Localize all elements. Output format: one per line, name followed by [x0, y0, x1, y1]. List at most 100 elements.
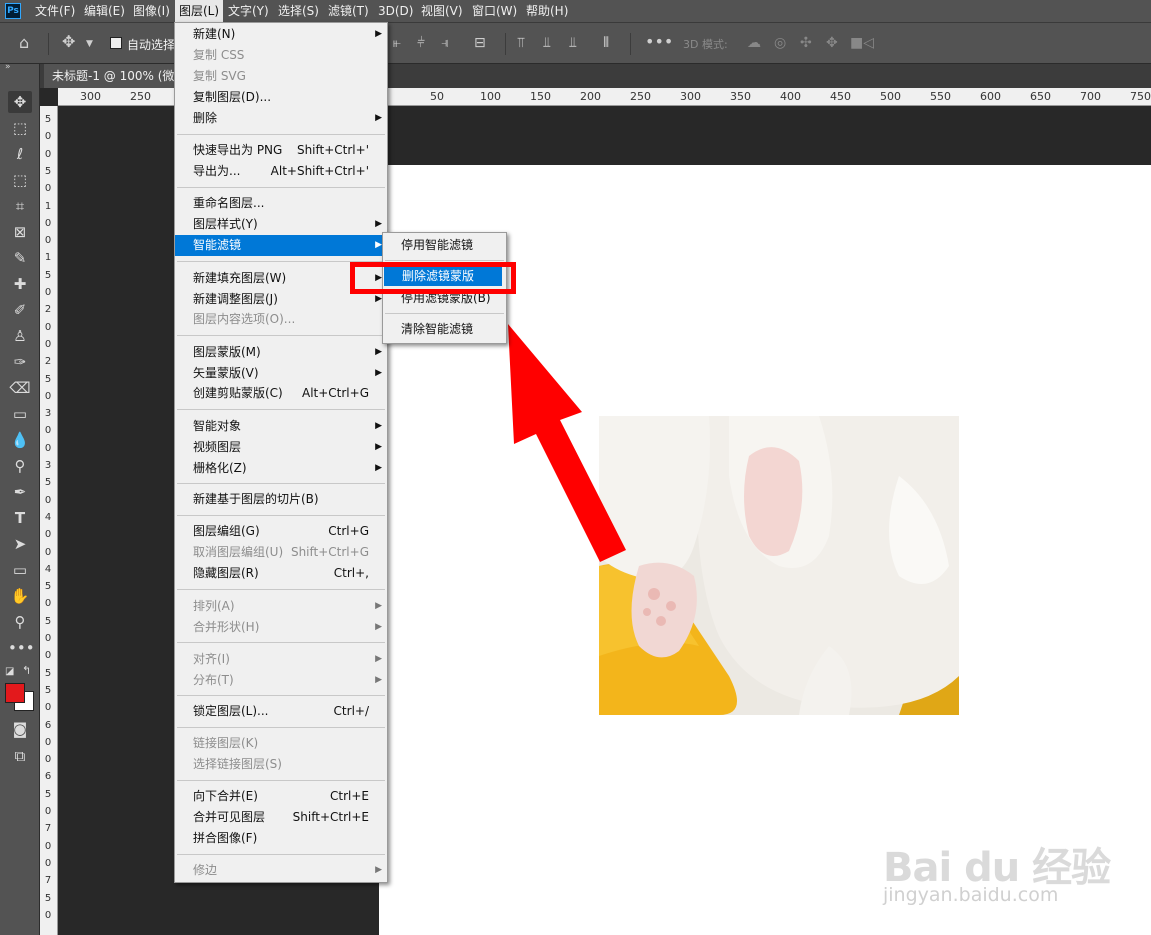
- menu-item-video-layer[interactable]: 视频图层 ▶: [175, 437, 387, 458]
- vertical-ruler: 5 0 0 5 0 1 0 0 1 5 0 2 0 0 2 5 0 3 0 0 3 5 0 4 0 0 4 5 0 5 0 0 5 5 0 6 0 0 6 5…: [40, 106, 58, 935]
- menu-item-delete[interactable]: 删除 ▶: [175, 108, 387, 129]
- menu-item-export-as[interactable]: 导出为... Alt+Shift+Ctrl+': [175, 161, 387, 182]
- swap-colors-icon[interactable]: ↰: [22, 664, 31, 677]
- menu-file[interactable]: 文件(F): [35, 0, 75, 22]
- align-left-icon[interactable]: ⫦: [393, 35, 401, 51]
- menu-edit[interactable]: 编辑(E): [84, 0, 125, 22]
- frame-tool-icon[interactable]: ⊠: [8, 221, 32, 243]
- ruler-label: 5: [44, 615, 52, 627]
- hamster-photo-layer[interactable]: [599, 416, 959, 715]
- submenu-arrow-icon: ▶: [375, 368, 382, 378]
- align-right-icon[interactable]: ⫣: [441, 35, 449, 51]
- menu-item-flatten-image[interactable]: 拼合图像(F): [175, 828, 387, 849]
- 3d-slide-icon[interactable]: ✥: [826, 35, 838, 51]
- hamster-photo-image: [599, 416, 959, 715]
- default-colors-icon[interactable]: ◪: [5, 666, 14, 677]
- eyedropper-tool-icon[interactable]: ✎: [8, 247, 32, 269]
- foreground-color-swatch[interactable]: [5, 683, 25, 703]
- menu-item-hide-layers[interactable]: 隐藏图层(R) Ctrl+,: [175, 563, 387, 584]
- blur-tool-icon[interactable]: 💧: [8, 429, 32, 451]
- menu-item-merge-down[interactable]: 向下合并(E) Ctrl+E: [175, 786, 387, 807]
- menu-filter[interactable]: 滤镜(T): [328, 0, 369, 22]
- align-top-icon[interactable]: ⫪: [517, 35, 525, 51]
- menu-item-rasterize[interactable]: 栅格化(Z) ▶: [175, 458, 387, 479]
- submenu-item-disable-smart-filters[interactable]: 停用智能滤镜: [383, 235, 506, 256]
- menu-separator: [177, 854, 385, 855]
- 3d-orbit-icon[interactable]: ☁: [747, 35, 761, 51]
- stamp-tool-icon[interactable]: ♙: [8, 325, 32, 347]
- pen-tool-icon[interactable]: ✒: [8, 481, 32, 503]
- menu-item-quick-export-png[interactable]: 快速导出为 PNG Shift+Ctrl+': [175, 140, 387, 161]
- dodge-tool-icon[interactable]: ⚲: [8, 455, 32, 477]
- menu-separator: [385, 260, 504, 261]
- menu-item-duplicate-layer[interactable]: 复制图层(D)...: [175, 87, 387, 108]
- menu-item-create-clipping-mask[interactable]: 创建剪贴蒙版(C) Alt+Ctrl+G: [175, 383, 387, 404]
- quick-mask-icon[interactable]: ◙: [8, 718, 32, 740]
- eraser-tool-icon[interactable]: ⌫: [8, 377, 32, 399]
- 3d-mode-label: 3D 模式:: [683, 38, 728, 51]
- 3d-pan-icon[interactable]: ✣: [800, 35, 812, 51]
- home-icon[interactable]: ⌂: [19, 35, 29, 51]
- gradient-tool-icon[interactable]: ▭: [8, 403, 32, 425]
- marquee-tool-icon[interactable]: ⬚: [8, 117, 32, 139]
- menu-3d[interactable]: 3D(D): [378, 0, 413, 22]
- submenu-arrow-icon: ▶: [375, 347, 382, 357]
- menu-item-vector-mask[interactable]: 矢量蒙版(V) ▶: [175, 363, 387, 384]
- align-middle-icon[interactable]: ⫫: [543, 35, 551, 51]
- menu-item-rename-layer[interactable]: 重命名图层...: [175, 193, 387, 214]
- menu-view[interactable]: 视图(V): [421, 0, 463, 22]
- lasso-tool-icon[interactable]: ℓ: [8, 143, 32, 165]
- hand-tool-icon[interactable]: ✋: [8, 585, 32, 607]
- auto-select-checkbox[interactable]: [110, 37, 122, 49]
- menu-item-smart-filter[interactable]: 智能滤镜 ▶: [175, 235, 387, 256]
- menu-separator: [177, 483, 385, 484]
- submenu-item-clear-smart-filters[interactable]: 清除智能滤镜: [383, 319, 506, 340]
- menu-help[interactable]: 帮助(H): [526, 0, 568, 22]
- menu-item-merge-visible[interactable]: 合并可见图层 Shift+Ctrl+E: [175, 807, 387, 828]
- menu-image[interactable]: 图像(I): [133, 0, 170, 22]
- edit-toolbar-icon[interactable]: •••: [8, 637, 35, 659]
- menu-window[interactable]: 窗口(W): [472, 0, 517, 22]
- more-options-icon[interactable]: •••: [645, 34, 673, 50]
- brush-tool-icon[interactable]: ✐: [8, 299, 32, 321]
- document-tab[interactable]: 未标题-1 @ 100% (微信: [44, 64, 195, 88]
- menu-item-smart-object[interactable]: 智能对象 ▶: [175, 416, 387, 437]
- align-bottom-icon[interactable]: ⫫: [569, 35, 577, 51]
- align-center-icon[interactable]: ⫩: [417, 35, 425, 51]
- menu-layer[interactable]: 图层(L): [175, 0, 224, 22]
- menu-item-group-layers[interactable]: 图层编组(G) Ctrl+G: [175, 521, 387, 542]
- menu-item-label: 分布(T): [193, 673, 234, 687]
- menu-item-layer-mask[interactable]: 图层蒙版(M) ▶: [175, 342, 387, 363]
- ruler-label: 3: [44, 408, 52, 420]
- move-tool-icon[interactable]: ✥: [8, 91, 32, 113]
- history-brush-tool-icon[interactable]: ✑: [8, 351, 32, 373]
- move-tool-icon[interactable]: ✥: [62, 34, 75, 50]
- screen-mode-icon[interactable]: ⧉: [8, 745, 32, 767]
- menu-item-new[interactable]: 新建(N) ▶: [175, 24, 387, 45]
- chevron-down-icon[interactable]: ▼: [86, 36, 93, 52]
- healing-brush-tool-icon[interactable]: ✚: [8, 273, 32, 295]
- quick-select-tool-icon[interactable]: ⬚: [8, 169, 32, 191]
- menu-item-lock-layers[interactable]: 锁定图层(L)... Ctrl+/: [175, 701, 387, 722]
- ruler-label: 250: [130, 90, 151, 103]
- ruler-label: 0: [44, 754, 52, 766]
- distribute-vertical-icon[interactable]: ⦀: [603, 35, 609, 51]
- ruler-label: 5: [44, 269, 52, 281]
- menu-item-new-layer-based-slice[interactable]: 新建基于图层的切片(B): [175, 489, 387, 510]
- crop-tool-icon[interactable]: ⌗: [8, 195, 32, 217]
- ruler-label: 7: [44, 823, 52, 835]
- menu-item-layer-style[interactable]: 图层样式(Y) ▶: [175, 214, 387, 235]
- collapse-panel-icon[interactable]: »: [5, 62, 11, 72]
- 3d-roll-icon[interactable]: ◎: [774, 35, 786, 51]
- rectangle-tool-icon[interactable]: ▭: [8, 559, 32, 581]
- zoom-tool-icon[interactable]: ⚲: [8, 611, 32, 633]
- distribute-icon[interactable]: ⊟: [474, 35, 486, 51]
- ruler-label: 0: [44, 235, 52, 247]
- menu-select[interactable]: 选择(S): [278, 0, 319, 22]
- 3d-camera-icon[interactable]: ■◁: [850, 35, 874, 51]
- menu-type[interactable]: 文字(Y): [228, 0, 269, 22]
- path-select-tool-icon[interactable]: ➤: [8, 533, 32, 555]
- menu-item-shortcut: Ctrl+G: [328, 524, 369, 538]
- ruler-label: 500: [880, 90, 901, 103]
- type-tool-icon[interactable]: T: [8, 507, 32, 529]
